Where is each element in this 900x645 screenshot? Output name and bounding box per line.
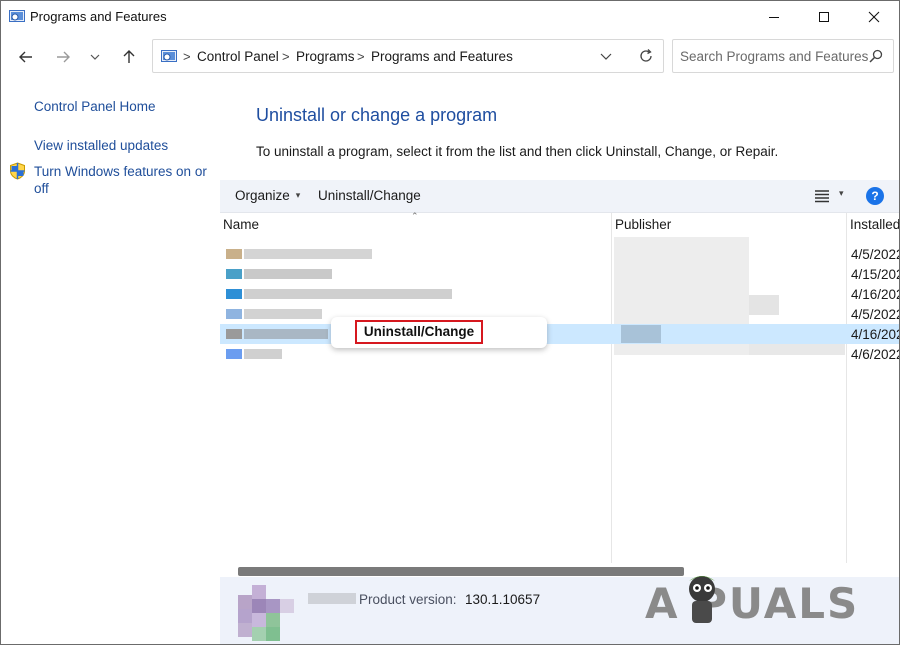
control-panel-icon xyxy=(9,10,25,22)
forward-button[interactable] xyxy=(49,43,77,71)
page-title: Uninstall or change a program xyxy=(256,105,498,125)
horizontal-scrollbar[interactable] xyxy=(238,567,684,576)
program-name-blurred xyxy=(244,289,452,299)
search-box[interactable]: Search Programs and Features xyxy=(672,39,894,73)
organize-label: Organize xyxy=(235,188,290,203)
view-options-caret-icon[interactable]: ▾ xyxy=(839,188,844,199)
up-button[interactable] xyxy=(115,43,143,71)
program-icon xyxy=(226,289,242,299)
breadcrumb-programs-and-features[interactable]: Programs and Features xyxy=(371,49,513,64)
chevron-down-icon xyxy=(90,54,100,60)
product-version-label: Product version: xyxy=(359,592,457,607)
installed-date: 4/6/2022 xyxy=(851,347,900,362)
installed-date: 4/5/2022 xyxy=(851,307,900,322)
table-row[interactable]: 4/5/2022 xyxy=(220,244,900,264)
program-name-blurred xyxy=(244,329,328,339)
table-row[interactable]: 4/15/2022 xyxy=(220,264,899,284)
appuals-watermark: A PUALS xyxy=(645,579,860,628)
minimize-button[interactable] xyxy=(751,1,797,33)
publisher-blurred xyxy=(308,593,356,604)
command-bar: Organize ▾ Uninstall/Change ▾ ? xyxy=(220,180,899,213)
program-large-icon xyxy=(238,585,294,641)
breadcrumb-separator[interactable]: > xyxy=(183,49,191,64)
program-icon xyxy=(226,269,242,279)
publisher-blurred xyxy=(621,325,661,343)
help-icon[interactable]: ? xyxy=(866,187,884,205)
context-menu: Uninstall/Change xyxy=(331,317,547,348)
title-bar[interactable]: Programs and Features xyxy=(1,1,899,33)
shield-icon xyxy=(10,162,25,180)
program-icon xyxy=(226,249,242,259)
program-name-blurred xyxy=(244,269,332,279)
arrow-left-icon xyxy=(19,51,32,63)
breadcrumb-control-panel[interactable]: Control Panel xyxy=(197,49,279,64)
close-button[interactable] xyxy=(851,1,897,33)
page-description: To uninstall a program, select it from t… xyxy=(256,144,779,159)
appuals-logo-icon xyxy=(689,576,715,623)
context-menu-uninstall-change[interactable]: Uninstall/Change xyxy=(355,320,483,344)
breadcrumb-programs[interactable]: Programs xyxy=(296,49,355,64)
maximize-icon xyxy=(819,12,829,22)
installed-date: 4/16/2022 xyxy=(851,287,899,302)
window-title: Programs and Features xyxy=(30,9,167,24)
program-icon xyxy=(226,329,242,339)
breadcrumb-separator[interactable]: > xyxy=(282,49,290,64)
program-name-blurred xyxy=(244,349,282,359)
uninstall-change-button[interactable]: Uninstall/Change xyxy=(318,188,421,203)
program-name-blurred xyxy=(244,249,372,259)
refresh-icon[interactable] xyxy=(638,48,654,64)
search-icon[interactable] xyxy=(869,49,883,63)
product-version-value: 130.1.10657 xyxy=(465,592,541,607)
table-row-selected[interactable]: 4/16/2022 xyxy=(220,324,899,344)
programs-and-features-window: Programs and Features > Control Panel > … xyxy=(0,0,900,645)
table-row[interactable]: 4/16/2022 xyxy=(220,284,899,304)
program-name-blurred xyxy=(244,309,322,319)
back-button[interactable] xyxy=(12,43,40,71)
control-panel-icon xyxy=(161,50,177,62)
search-input[interactable]: Search Programs and Features xyxy=(680,49,868,64)
chevron-down-icon[interactable] xyxy=(599,48,613,64)
program-icon xyxy=(226,309,242,319)
address-bar[interactable]: > Control Panel > Programs > Programs an… xyxy=(152,39,664,73)
windows-features-link[interactable]: Turn Windows features on or off xyxy=(34,163,210,197)
table-row[interactable]: 4/6/2022 xyxy=(220,344,900,364)
installed-date: 4/16/2022 xyxy=(851,327,899,342)
table-row[interactable]: 4/5/2022 xyxy=(220,304,900,324)
control-panel-home-link[interactable]: Control Panel Home xyxy=(34,98,156,115)
maximize-button[interactable] xyxy=(801,1,847,33)
view-installed-updates-link[interactable]: View installed updates xyxy=(34,137,168,154)
installed-date: 4/5/2022 xyxy=(851,247,900,262)
program-icon xyxy=(226,349,242,359)
installed-date: 4/15/2022 xyxy=(851,267,899,282)
close-icon xyxy=(868,11,880,23)
recent-locations-button[interactable] xyxy=(83,43,107,71)
arrow-right-icon xyxy=(57,51,70,63)
program-list[interactable]: 4/5/2022 4/15/2022 4/16/2022 4/5/2022 4/… xyxy=(220,213,900,563)
organize-button[interactable]: Organize ▾ xyxy=(235,188,300,203)
minimize-icon xyxy=(769,17,779,18)
breadcrumb-separator[interactable]: > xyxy=(357,49,365,64)
list-view-icon[interactable] xyxy=(814,189,830,203)
arrow-up-icon xyxy=(123,50,135,63)
caret-down-icon: ▾ xyxy=(295,190,301,200)
